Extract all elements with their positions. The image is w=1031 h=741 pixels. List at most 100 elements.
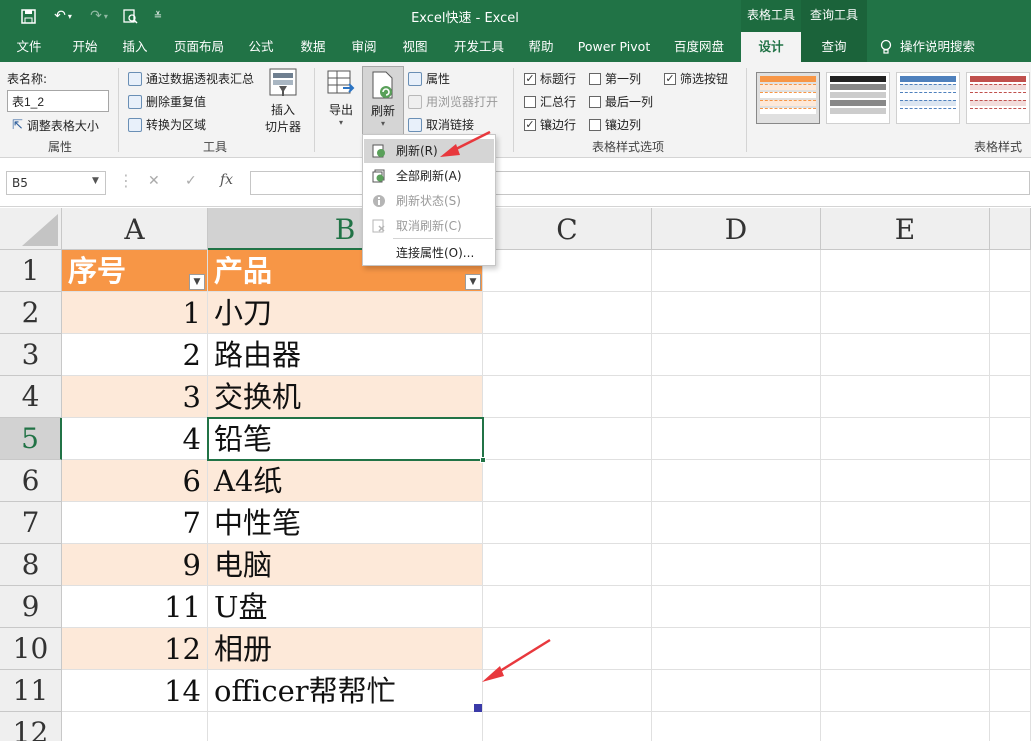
tab-power-pivot[interactable]: Power Pivot <box>572 32 656 62</box>
empty-cell[interactable] <box>483 502 652 544</box>
tell-me-search[interactable]: 操作说明搜索 <box>880 32 975 62</box>
unlink-button[interactable]: 取消链接 <box>408 116 474 133</box>
row-header[interactable]: 11 <box>0 670 62 712</box>
column-header-d[interactable]: D <box>652 208 821 250</box>
empty-cell[interactable] <box>652 250 821 292</box>
table-cell[interactable]: 14 <box>62 670 208 712</box>
tab-data[interactable]: 数据 <box>290 32 336 62</box>
empty-cell[interactable] <box>652 292 821 334</box>
first-column-checkbox[interactable]: 第一列 <box>589 70 641 87</box>
empty-cell[interactable] <box>483 460 652 502</box>
column-header-a[interactable]: A <box>62 208 208 250</box>
empty-cell[interactable] <box>821 376 990 418</box>
row-header[interactable]: 1 <box>0 250 62 292</box>
name-box-dropdown-icon[interactable]: ▼ <box>92 176 99 186</box>
convert-to-range-button[interactable]: 转换为区域 <box>128 116 206 133</box>
total-row-checkbox[interactable]: 汇总行 <box>524 93 576 110</box>
table-name-input[interactable] <box>7 90 109 112</box>
last-column-checkbox[interactable]: 最后一列 <box>589 93 653 110</box>
cancel-icon[interactable]: ✕ <box>148 173 160 189</box>
tab-file[interactable]: 文件 <box>6 32 52 62</box>
menu-item-refresh-status[interactable]: 刷新状态(S) <box>364 189 494 213</box>
row-header[interactable]: 5 <box>0 418 62 460</box>
empty-cell[interactable] <box>483 418 652 460</box>
table-style-blue[interactable] <box>896 72 960 124</box>
table-cell[interactable]: U盘 <box>208 586 483 628</box>
menu-item-refresh-all[interactable]: 全部刷新(A) <box>364 164 494 188</box>
tab-baidu-netdisk[interactable]: 百度网盘 <box>666 32 732 62</box>
empty-cell[interactable] <box>483 670 652 712</box>
empty-cell[interactable] <box>652 544 821 586</box>
empty-cell[interactable] <box>652 502 821 544</box>
empty-cell[interactable] <box>990 460 1031 502</box>
table-cell[interactable]: 相册 <box>208 628 483 670</box>
empty-cell[interactable] <box>990 586 1031 628</box>
resize-table-button[interactable]: ⇱ 调整表格大小 <box>12 117 99 134</box>
empty-cell[interactable] <box>990 292 1031 334</box>
table-cell[interactable]: 电脑 <box>208 544 483 586</box>
tab-insert[interactable]: 插入 <box>112 32 158 62</box>
empty-cell[interactable] <box>990 712 1031 741</box>
empty-cell[interactable] <box>821 502 990 544</box>
empty-cell[interactable] <box>990 544 1031 586</box>
table-cell[interactable]: 铅笔 <box>208 418 483 460</box>
table-cell[interactable]: 路由器 <box>208 334 483 376</box>
table-cell[interactable]: A4纸 <box>208 460 483 502</box>
header-row-checkbox[interactable]: ✓ 标题行 <box>524 70 576 87</box>
filter-dropdown-icon[interactable]: ▼ <box>189 274 205 290</box>
empty-cell[interactable] <box>483 292 652 334</box>
table-cell[interactable]: 12 <box>62 628 208 670</box>
tab-query[interactable]: 查询 <box>801 32 867 62</box>
empty-cell[interactable] <box>990 376 1031 418</box>
column-header-e[interactable]: E <box>821 208 990 250</box>
table-cell[interactable]: 6 <box>62 460 208 502</box>
export-button[interactable]: 导出 ▾ <box>322 68 360 127</box>
tab-home[interactable]: 开始 <box>62 32 108 62</box>
empty-cell[interactable] <box>483 544 652 586</box>
table-cell[interactable]: 7 <box>62 502 208 544</box>
open-in-browser-button[interactable]: 用浏览器打开 <box>408 93 498 110</box>
empty-cell[interactable] <box>990 250 1031 292</box>
insert-slicer-button[interactable]: 插入 切片器 <box>262 68 304 135</box>
table-resize-handle[interactable] <box>474 704 482 712</box>
select-all-corner[interactable] <box>0 208 62 250</box>
empty-cell[interactable] <box>821 670 990 712</box>
empty-cell[interactable] <box>821 628 990 670</box>
table-cell[interactable]: 中性笔 <box>208 502 483 544</box>
empty-cell[interactable] <box>990 418 1031 460</box>
table-cell[interactable]: 交换机 <box>208 376 483 418</box>
empty-cell[interactable] <box>821 460 990 502</box>
remove-duplicates-button[interactable]: 删除重复值 <box>128 93 206 110</box>
empty-cell[interactable] <box>821 712 990 741</box>
empty-cell[interactable] <box>652 670 821 712</box>
empty-cell[interactable] <box>821 586 990 628</box>
banded-columns-checkbox[interactable]: 镶边列 <box>589 116 641 133</box>
table-style-orange[interactable] <box>756 72 820 124</box>
empty-cell[interactable] <box>990 502 1031 544</box>
row-header[interactable]: 9 <box>0 586 62 628</box>
row-header[interactable]: 2 <box>0 292 62 334</box>
table-cell[interactable]: officer帮帮忙 <box>208 670 483 712</box>
table-cell[interactable]: 3 <box>62 376 208 418</box>
table-style-red[interactable] <box>966 72 1030 124</box>
table-cell[interactable]: 9 <box>62 544 208 586</box>
empty-cell[interactable] <box>483 586 652 628</box>
empty-cell[interactable] <box>483 334 652 376</box>
table-cell[interactable]: 小刀 <box>208 292 483 334</box>
refresh-button[interactable]: 刷新 ▾ <box>362 66 404 136</box>
column-header-f[interactable] <box>990 208 1031 250</box>
fill-handle[interactable] <box>480 457 486 463</box>
empty-cell[interactable] <box>652 460 821 502</box>
tab-help[interactable]: 帮助 <box>518 32 564 62</box>
undo-icon[interactable]: ↶ ▾ <box>50 6 76 26</box>
empty-cell[interactable] <box>483 712 652 741</box>
tab-developer[interactable]: 开发工具 <box>446 32 512 62</box>
row-header[interactable]: 4 <box>0 376 62 418</box>
row-header[interactable]: 8 <box>0 544 62 586</box>
enter-icon[interactable]: ✓ <box>185 173 197 189</box>
external-properties-button[interactable]: 属性 <box>408 70 450 87</box>
empty-cell[interactable] <box>652 712 821 741</box>
empty-cell[interactable] <box>821 250 990 292</box>
menu-item-connection-properties[interactable]: 连接属性(O)... <box>364 241 494 265</box>
empty-cell[interactable] <box>652 628 821 670</box>
